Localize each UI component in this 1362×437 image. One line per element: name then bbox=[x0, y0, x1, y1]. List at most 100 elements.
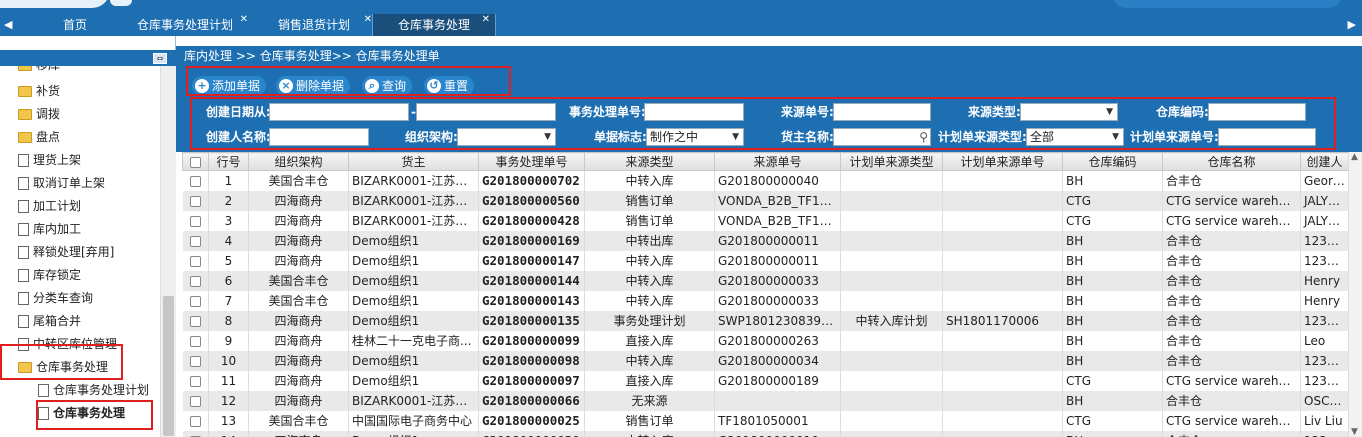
document-icon bbox=[18, 246, 29, 259]
row-checkbox[interactable] bbox=[182, 190, 209, 211]
table-cell: 四海商舟 bbox=[248, 230, 349, 251]
table-row[interactable]: 13 美国合丰仓 中国国际电子商务中心 G201800000025 销售订单 TF1801… bbox=[182, 410, 1349, 431]
checkbox-icon[interactable] bbox=[189, 235, 201, 247]
column-header[interactable]: 组织架构 bbox=[248, 152, 349, 171]
grid-scrollbar[interactable]: ▲ ▼ bbox=[1348, 152, 1362, 437]
column-header[interactable]: 来源类型 bbox=[584, 152, 715, 171]
tab-warehouse-txn-plan[interactable]: 仓库事务处理计划 ✕ bbox=[120, 14, 250, 36]
select-all-checkbox[interactable] bbox=[182, 152, 209, 171]
row-checkbox[interactable] bbox=[182, 430, 209, 437]
column-header[interactable]: 计划单来源类型 bbox=[840, 152, 943, 171]
checkbox-icon[interactable] bbox=[189, 315, 201, 327]
table-row[interactable]: 1 美国合丰仓 BIZARK0001-江苏四... G201800000702 中转入库… bbox=[182, 170, 1349, 191]
table-row[interactable]: 2 四海商舟 BIZARK0001-江苏四... G201800000560 销售订单 V… bbox=[182, 190, 1349, 211]
table-cell bbox=[840, 210, 943, 231]
table-row[interactable]: 6 美国合丰仓 Demo组织1 G201800000144 中转入库 G201800000… bbox=[182, 270, 1349, 291]
sidebar-item-label: 仓库事务处理计划 bbox=[53, 383, 150, 397]
sidebar-item-stock-lock[interactable]: 库存锁定 bbox=[18, 264, 81, 286]
table-cell: 美国合丰仓 bbox=[248, 170, 349, 191]
checkbox-icon[interactable] bbox=[189, 295, 201, 307]
checkbox-icon[interactable] bbox=[189, 215, 201, 227]
table-row[interactable]: 9 四海商舟 桂林二十一克电子商... G201800000099 直接入库 G20180… bbox=[182, 330, 1349, 351]
column-header[interactable]: 货主 bbox=[348, 152, 479, 171]
filter-panel: 创建日期从: - 事务处理单号: 来源单号: 来源类型: ▼ 仓库编码: 创建人… bbox=[176, 97, 1362, 152]
checkbox-icon[interactable] bbox=[189, 335, 201, 347]
sidebar-item-warehouse-txn-plan[interactable]: 仓库事务处理计划 bbox=[38, 379, 149, 401]
close-icon[interactable]: ✕ bbox=[240, 9, 248, 31]
sidebar-scrollbar[interactable] bbox=[160, 66, 176, 437]
tab-warehouse-txn[interactable]: 仓库事务处理 ✕ bbox=[372, 14, 496, 36]
sidebar-item-replenish[interactable]: 补货 bbox=[18, 80, 60, 102]
row-checkbox[interactable] bbox=[182, 390, 209, 411]
checkbox-icon[interactable] bbox=[189, 415, 201, 427]
sidebar-item-putaway[interactable]: 理货上架 bbox=[18, 149, 81, 171]
table-cell: SH1801170006 bbox=[942, 310, 1063, 331]
checkbox-icon[interactable] bbox=[189, 375, 201, 387]
collapse-icon[interactable]: ⇔ bbox=[153, 53, 167, 64]
table-cell: 四海商舟 bbox=[248, 330, 349, 351]
table-cell: 四海商舟 bbox=[248, 250, 349, 271]
checkbox-icon[interactable] bbox=[189, 355, 201, 367]
row-checkbox[interactable] bbox=[182, 310, 209, 331]
sidebar-item-move-stock[interactable]: 移库 bbox=[18, 66, 60, 76]
checkbox-icon[interactable] bbox=[190, 156, 201, 168]
column-header[interactable]: 创建人 bbox=[1300, 152, 1349, 171]
close-icon[interactable]: ✕ bbox=[364, 9, 372, 31]
column-header[interactable]: 计划单来源单号 bbox=[942, 152, 1063, 171]
sidebar-item-unlock[interactable]: 释锁处理[弃用] bbox=[18, 241, 114, 263]
tab-home[interactable]: 首页 bbox=[30, 14, 120, 36]
sidebar-item-sort-cart-query[interactable]: 分类车查询 bbox=[18, 287, 93, 309]
checkbox-icon[interactable] bbox=[189, 175, 201, 187]
sidebar-item-transfer[interactable]: 调拨 bbox=[18, 103, 60, 125]
row-checkbox[interactable] bbox=[182, 170, 209, 191]
tab-strip: ◀ 首页 仓库事务处理计划 ✕ 销售退货计划 ✕ 仓库事务处理 ✕ ▶ bbox=[0, 14, 1362, 36]
table-cell: 合丰仓 bbox=[1162, 170, 1301, 191]
table-row[interactable]: 7 美国合丰仓 Demo组织1 G201800000143 中转入库 G201800000… bbox=[182, 290, 1349, 311]
row-checkbox[interactable] bbox=[182, 290, 209, 311]
row-checkbox[interactable] bbox=[182, 270, 209, 291]
sidebar-item-tail-box-merge[interactable]: 尾箱合并 bbox=[18, 310, 81, 332]
table-cell: 中转入库 bbox=[584, 170, 715, 191]
column-header[interactable]: 来源单号 bbox=[714, 152, 841, 171]
table-row[interactable]: 4 四海商舟 Demo组织1 G201800000169 中转出库 G2018000000… bbox=[182, 230, 1349, 251]
table-row[interactable]: 11 四海商舟 Demo组织1 G201800000097 直接入库 G201800000… bbox=[182, 370, 1349, 391]
scroll-down-icon[interactable]: ▼ bbox=[1351, 427, 1358, 437]
sidebar-item-stocktake[interactable]: 盘点 bbox=[18, 126, 60, 148]
column-header[interactable]: 行号 bbox=[208, 152, 249, 171]
row-checkbox[interactable] bbox=[182, 250, 209, 271]
checkbox-icon[interactable] bbox=[189, 395, 201, 407]
row-checkbox[interactable] bbox=[182, 330, 209, 351]
sidebar-item-cancel-order-putaway[interactable]: 取消订单上架 bbox=[18, 172, 105, 194]
column-header[interactable]: 事务处理单号 bbox=[478, 152, 585, 171]
column-header[interactable]: 仓库名称 bbox=[1162, 152, 1301, 171]
sidebar-item-processing-plan[interactable]: 加工计划 bbox=[18, 195, 81, 217]
table-row[interactable]: 8 四海商舟 Demo组织1 G201800000135 事务处理计划 SWP180123… bbox=[182, 310, 1349, 331]
tab-sales-return-plan[interactable]: 销售退货计划 ✕ bbox=[258, 14, 372, 36]
scrollbar-thumb[interactable] bbox=[163, 296, 174, 436]
checkbox-icon[interactable] bbox=[189, 195, 201, 207]
table-row[interactable]: 10 四海商舟 Demo组织1 G201800000098 中转入库 G201800000… bbox=[182, 350, 1349, 371]
tabs-right-arrow-icon[interactable]: ▶ bbox=[1348, 18, 1356, 31]
table-row[interactable]: 12 四海商舟 BIZARK0001-江苏四... G201800000066 无来源 B… bbox=[182, 390, 1349, 411]
table-row[interactable]: 14四海商舟Demo组织1G201800000020中转入库G201800000… bbox=[182, 430, 1349, 437]
table-cell: George H bbox=[1300, 170, 1349, 191]
table-row[interactable]: 3 四海商舟 BIZARK0001-江苏四... G201800000428 销售订单 V… bbox=[182, 210, 1349, 231]
row-checkbox[interactable] bbox=[182, 370, 209, 391]
row-checkbox[interactable] bbox=[182, 230, 209, 251]
table-cell: 中转入库 bbox=[584, 270, 715, 291]
table-cell: BH bbox=[1062, 230, 1163, 251]
row-checkbox[interactable] bbox=[182, 210, 209, 231]
table-cell: G201800000098 bbox=[478, 350, 585, 371]
tabs-left-arrow-icon[interactable]: ◀ bbox=[4, 18, 12, 31]
column-header[interactable]: 仓库编码 bbox=[1062, 152, 1163, 171]
close-icon[interactable]: ✕ bbox=[482, 9, 490, 31]
scroll-up-icon[interactable]: ▲ bbox=[1351, 152, 1358, 162]
row-checkbox[interactable] bbox=[182, 350, 209, 371]
table-cell: G201800000147 bbox=[478, 250, 585, 271]
table-row[interactable]: 5 四海商舟 Demo组织1 G201800000147 中转入库 G2018000000… bbox=[182, 250, 1349, 271]
checkbox-icon[interactable] bbox=[189, 275, 201, 287]
sidebar-item-in-warehouse-processing[interactable]: 库内加工 bbox=[18, 218, 81, 240]
checkbox-icon[interactable] bbox=[189, 255, 201, 267]
row-checkbox[interactable] bbox=[182, 410, 209, 431]
table-cell bbox=[840, 170, 943, 191]
